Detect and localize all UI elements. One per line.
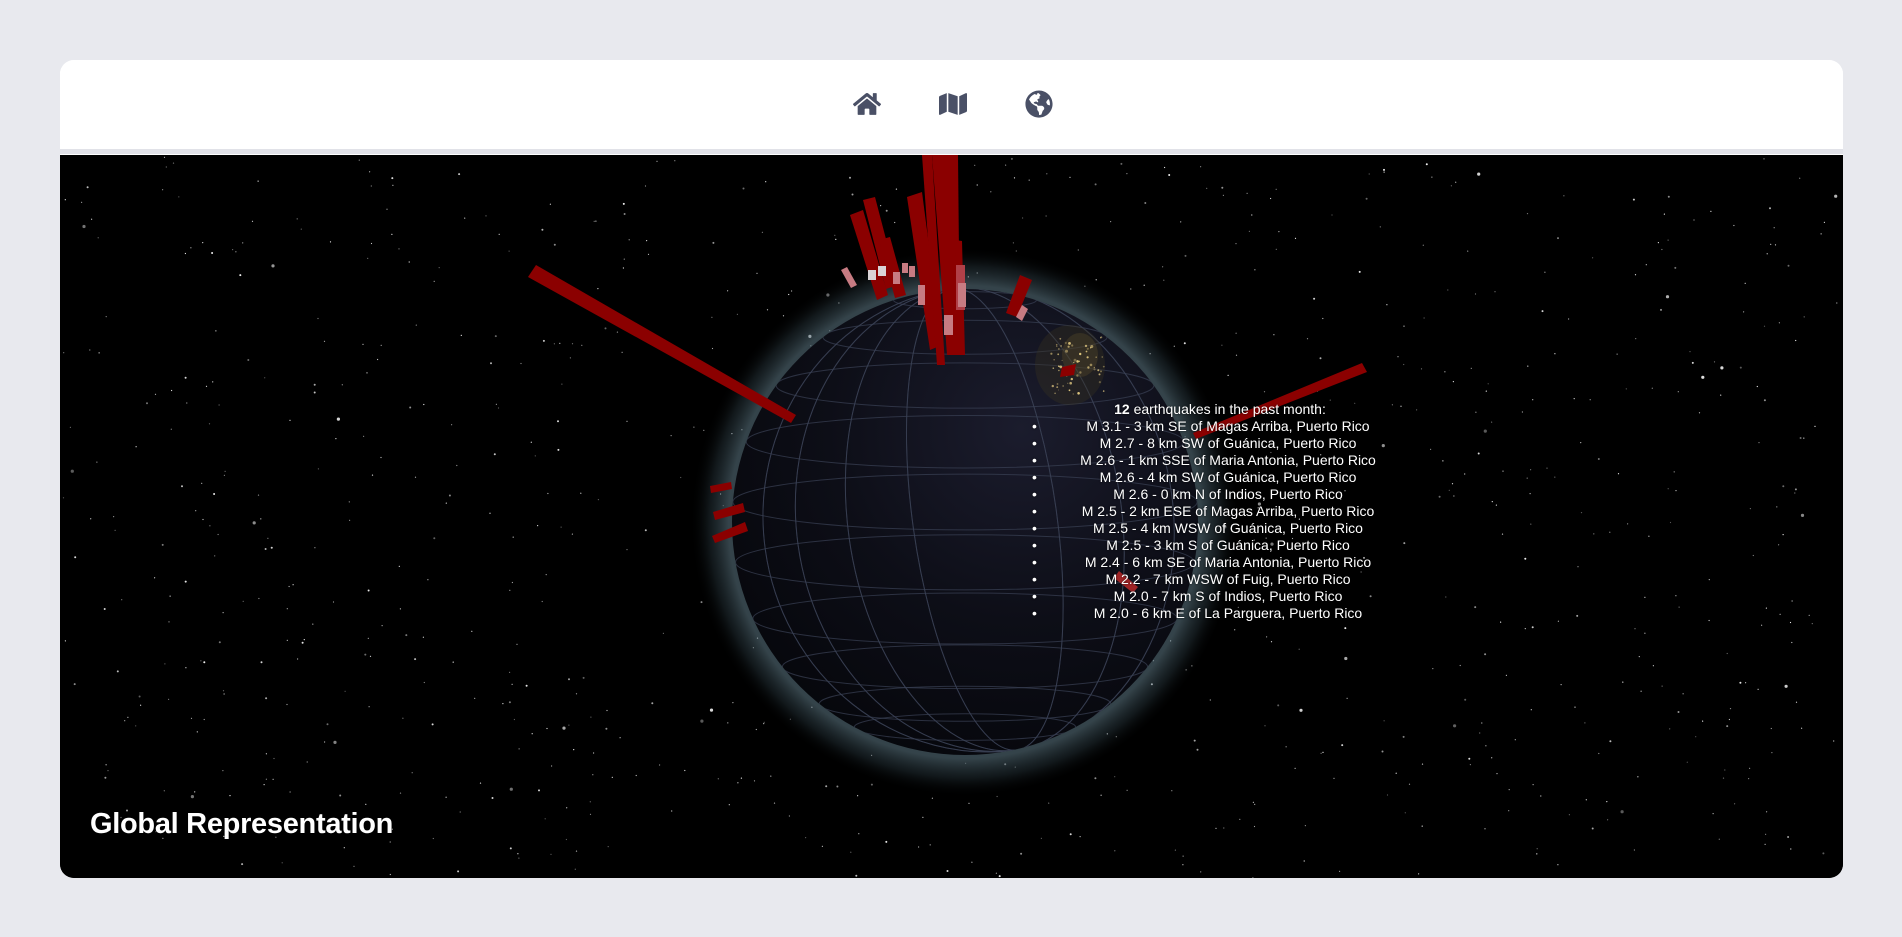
list-item: M 2.0 - 6 km E of La Parguera, Puerto Ri… (1020, 605, 1420, 622)
globe-icon (1025, 90, 1053, 118)
list-item: M 2.7 - 8 km SW of Guánica, Puerto Rico (1020, 435, 1420, 452)
earthquake-bar (902, 263, 908, 273)
earthquake-bar (944, 315, 953, 335)
city-lights (1035, 325, 1105, 405)
list-item: M 2.6 - 1 km SSE of Maria Antonia, Puert… (1020, 452, 1420, 469)
list-item: M 2.5 - 2 km ESE of Magas Arriba, Puerto… (1020, 503, 1420, 520)
list-item: M 2.5 - 4 km WSW of Guánica, Puerto Rico (1020, 520, 1420, 537)
home-icon (853, 93, 881, 115)
list-item: M 2.2 - 7 km WSW of Fuig, Puerto Rico (1020, 571, 1420, 588)
map-icon (939, 93, 967, 115)
earthquake-count: 12 (1114, 401, 1130, 417)
list-item: M 2.0 - 7 km S of Indios, Puerto Rico (1020, 588, 1420, 605)
globe-viewport[interactable]: 12 earthquakes in the past month: M 3.1 … (60, 155, 1843, 878)
earthquake-list: M 3.1 - 3 km SE of Magas Arriba, Puerto … (1020, 418, 1420, 622)
globe-button[interactable] (1023, 88, 1055, 120)
list-item: M 3.1 - 3 km SE of Magas Arriba, Puerto … (1020, 418, 1420, 435)
earthquake-bar (909, 266, 915, 277)
globe-scene[interactable] (60, 155, 1843, 878)
summary-line: 12 earthquakes in the past month: (1020, 401, 1420, 418)
earthquake-bar (878, 266, 886, 276)
earthquake-bar (893, 272, 900, 284)
summary-text: earthquakes in the past month: (1129, 401, 1326, 417)
list-item: M 2.4 - 6 km SE of Maria Antonia, Puerto… (1020, 554, 1420, 571)
earthquake-bar (918, 285, 925, 305)
main-card: 12 earthquakes in the past month: M 3.1 … (60, 60, 1843, 878)
earthquake-info-panel: 12 earthquakes in the past month: M 3.1 … (1020, 401, 1420, 622)
earthquake-bar (868, 270, 876, 280)
list-item: M 2.5 - 3 km S of Guánica, Puerto Rico (1020, 537, 1420, 554)
home-button[interactable] (851, 88, 883, 120)
page-title: Global Representation (90, 808, 394, 840)
list-item: M 2.6 - 4 km SW of Guánica, Puerto Rico (1020, 469, 1420, 486)
top-nav (60, 60, 1843, 154)
list-item: M 2.6 - 0 km N of Indios, Puerto Rico (1020, 486, 1420, 503)
map-button[interactable] (937, 88, 969, 120)
earthquake-bar (958, 283, 966, 307)
